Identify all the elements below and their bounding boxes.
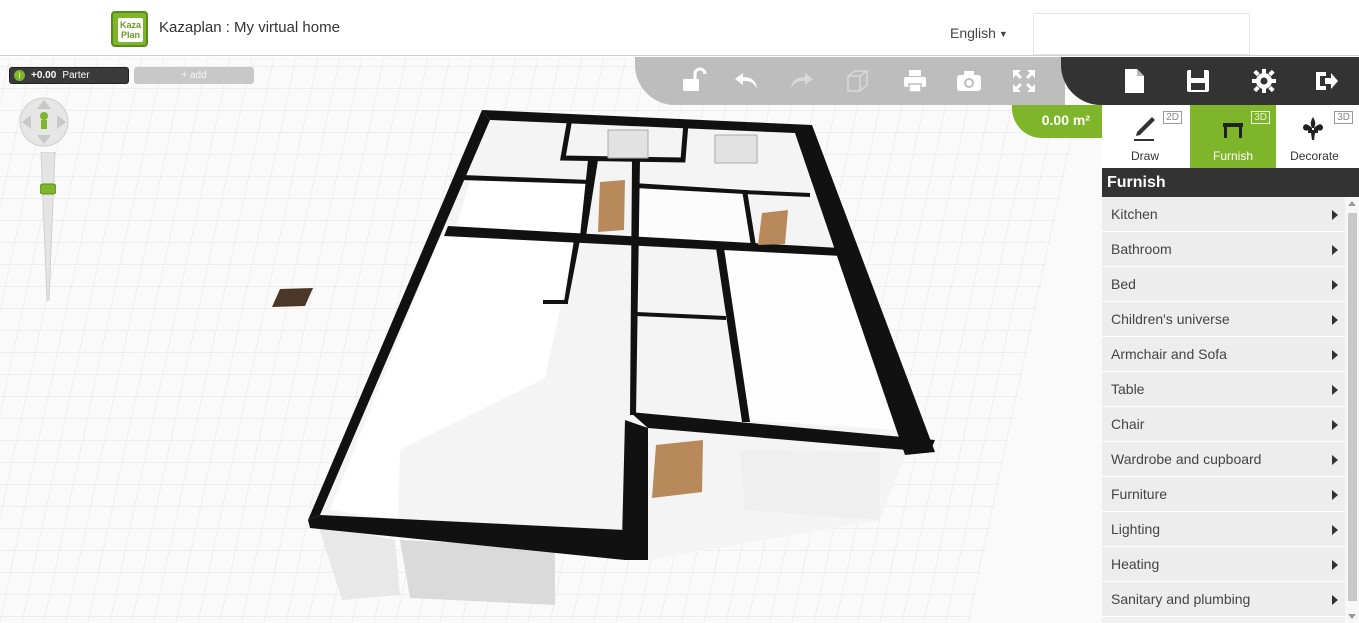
scrollbar-thumb[interactable]: [1348, 213, 1357, 601]
navigation-pad[interactable]: [18, 96, 70, 148]
door: [598, 180, 625, 232]
category-item-childrens-universe[interactable]: Children's universe: [1102, 302, 1345, 337]
redo-icon[interactable]: [787, 67, 815, 95]
category-label: Armchair and Sofa: [1111, 346, 1227, 362]
category-label: Chair: [1111, 416, 1145, 432]
chevron-right-icon: [1332, 350, 1338, 360]
furnish-panel: 2D Draw 3D Furnish 3D Decorate Furnish K…: [1102, 105, 1359, 623]
category-label: Lighting: [1111, 521, 1161, 537]
app-root: Kaza Plan Kazaplan : My virtual home Eng…: [0, 0, 1359, 623]
panel-scrollbar[interactable]: [1345, 197, 1359, 623]
table-icon: [1223, 123, 1243, 138]
level-selector[interactable]: i +0.00 Parter: [9, 67, 129, 84]
chevron-right-icon: [1332, 245, 1338, 255]
logout-icon[interactable]: [1313, 68, 1339, 94]
category-item-lighting[interactable]: Lighting: [1102, 512, 1345, 547]
chevron-right-icon: [1332, 455, 1338, 465]
category-label: Furniture: [1111, 486, 1168, 502]
chevron-right-icon: [1332, 280, 1338, 290]
tab-draw-dim: 2D: [1163, 111, 1182, 124]
door: [652, 440, 703, 498]
language-select[interactable]: English ▼: [950, 25, 1008, 41]
zoom-slider[interactable]: [40, 152, 56, 302]
wall-segment: [622, 420, 648, 560]
scroll-up-icon[interactable]: [1348, 201, 1356, 206]
level-height: +0.00: [31, 70, 57, 81]
category-item-table[interactable]: Table: [1102, 372, 1345, 407]
undo-icon[interactable]: [733, 67, 761, 95]
save-icon[interactable]: [1185, 68, 1211, 94]
door: [758, 210, 788, 245]
floorplan-3d-scene[interactable]: [0, 57, 1102, 623]
category-item-wardrobe-cupboard[interactable]: Wardrobe and cupboard: [1102, 442, 1345, 477]
category-list: Kitchen Bathroom Bed Children's universe…: [1102, 197, 1345, 623]
tab-furnish-dim: 3D: [1251, 111, 1270, 124]
language-label: English: [950, 25, 996, 41]
category-label: Kitchen: [1111, 206, 1158, 222]
category-label: Wardrobe and cupboard: [1111, 451, 1262, 467]
print-icon[interactable]: [901, 67, 929, 95]
tab-furnish[interactable]: 3D Furnish: [1190, 105, 1276, 168]
lock-open-icon[interactable]: [679, 67, 707, 95]
file-toolbar: [1061, 57, 1359, 105]
logo-text-bottom: Plan: [120, 30, 140, 40]
add-level-button[interactable]: + add: [134, 67, 254, 84]
3d-viewport[interactable]: [0, 57, 1102, 623]
pencil-icon: [1134, 117, 1155, 141]
tab-furnish-label: Furnish: [1212, 149, 1253, 163]
category-item-bed[interactable]: Bed: [1102, 267, 1345, 302]
chevron-right-icon: [1332, 385, 1338, 395]
category-label: Bathroom: [1111, 241, 1172, 257]
person-icon: [40, 112, 48, 120]
category-label: Sanitary and plumbing: [1111, 591, 1251, 607]
tab-decorate-dim: 3D: [1334, 111, 1353, 124]
logo-text-top: Kaza: [119, 20, 141, 30]
panel-title: Furnish: [1102, 168, 1359, 197]
app-title: Kazaplan : My virtual home: [159, 19, 340, 36]
area-badge: 0.00 m²: [1012, 105, 1102, 138]
chevron-right-icon: [1332, 595, 1338, 605]
scroll-down-icon[interactable]: [1348, 614, 1356, 619]
chevron-right-icon: [1332, 490, 1338, 500]
category-label: Table: [1111, 381, 1145, 397]
main-toolbar: [635, 57, 1065, 105]
category-label: Bed: [1111, 276, 1136, 292]
fullscreen-icon[interactable]: [1010, 67, 1038, 95]
category-item-heating[interactable]: Heating: [1102, 547, 1345, 582]
tab-draw-label: Draw: [1130, 149, 1159, 163]
header-bar: Kaza Plan Kazaplan : My virtual home Eng…: [0, 0, 1359, 56]
tab-decorate[interactable]: 3D Decorate: [1270, 105, 1359, 168]
kazaplan-logo[interactable]: Kaza Plan: [111, 11, 148, 47]
chevron-right-icon: [1332, 315, 1338, 325]
chevron-right-icon: [1332, 525, 1338, 535]
chevron-right-icon: [1332, 560, 1338, 570]
fleur-de-lis-icon: [1303, 117, 1323, 140]
category-item-kitchen[interactable]: Kitchen: [1102, 197, 1345, 232]
category-item-sanitary-plumbing[interactable]: Sanitary and plumbing: [1102, 582, 1345, 617]
new-file-icon[interactable]: [1121, 68, 1147, 94]
chevron-right-icon: [1332, 420, 1338, 430]
cube-icon[interactable]: [843, 67, 871, 95]
category-label: Heating: [1111, 556, 1160, 572]
window: [607, 129, 649, 159]
camera-icon[interactable]: [955, 67, 983, 95]
level-name: Parter: [62, 70, 90, 81]
tab-decorate-label: Decorate: [1290, 149, 1339, 163]
chevron-right-icon: [1332, 210, 1338, 220]
account-box[interactable]: [1033, 13, 1250, 55]
category-item-chair[interactable]: Chair: [1102, 407, 1345, 442]
category-item-bathroom[interactable]: Bathroom: [1102, 232, 1345, 267]
mode-tabs: 2D Draw 3D Furnish 3D Decorate: [1102, 105, 1359, 168]
category-item-armchair-sofa[interactable]: Armchair and Sofa: [1102, 337, 1345, 372]
settings-gear-icon[interactable]: [1251, 68, 1277, 94]
logo-mark: Kaza Plan: [118, 18, 143, 42]
tab-draw[interactable]: 2D Draw: [1102, 105, 1188, 168]
info-icon[interactable]: i: [14, 69, 25, 81]
category-label: Children's universe: [1111, 311, 1230, 327]
caret-down-icon: ▼: [998, 29, 1008, 40]
zoom-slider-handle[interactable]: [40, 183, 56, 195]
category-item-furniture[interactable]: Furniture: [1102, 477, 1345, 512]
window: [714, 134, 758, 164]
